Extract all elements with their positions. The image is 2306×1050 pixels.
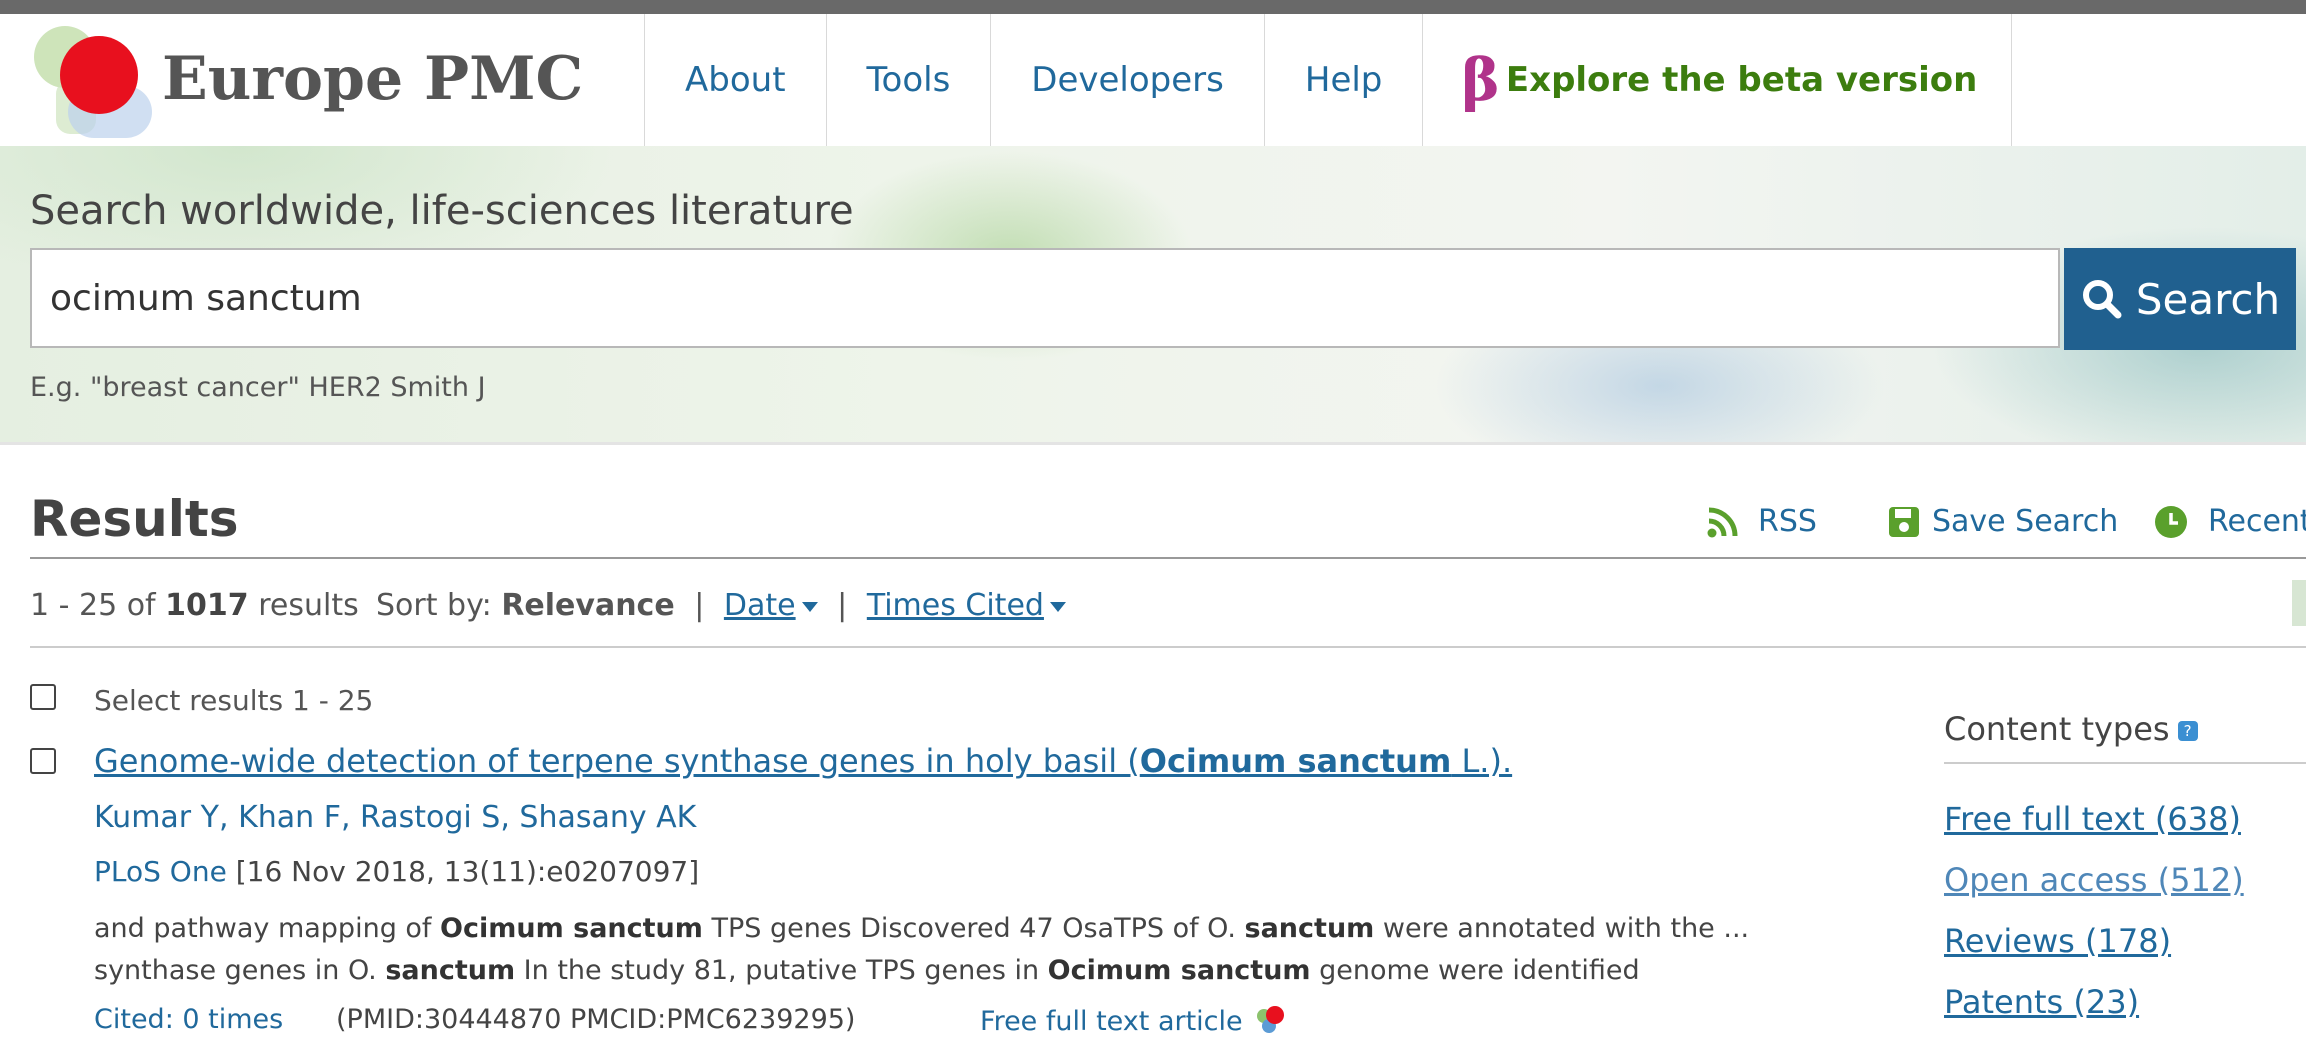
nav-tools[interactable]: Tools (827, 14, 992, 146)
search-button-label: Search (2135, 274, 2281, 324)
sort-label: Sort by: (376, 588, 492, 623)
nav-developers[interactable]: Developers (991, 14, 1265, 146)
article-snippet: and pathway mapping of Ocimum sanctum TP… (94, 913, 1750, 944)
recent-link[interactable]: Recent (2154, 504, 2306, 539)
citation-details: [16 Nov 2018, 13(11):e0207097] (226, 855, 700, 888)
article-authors: Kumar Y, Khan F, Rastogi S, Shasany AK (94, 800, 697, 835)
rss-icon (1707, 507, 1738, 537)
caret-down-icon (1049, 601, 1066, 612)
article-checkbox[interactable] (30, 748, 56, 774)
article-citation: PLoS One [16 Nov 2018, 13(11):e0207097] (94, 855, 699, 888)
logo-text: Europe PMC (162, 44, 584, 114)
help-icon[interactable]: ? (2177, 721, 2198, 741)
beta-icon: β (1461, 46, 1500, 114)
results-heading: Results (30, 490, 239, 548)
content-types-sidebar: Content types? Free full text (638) Open… (1944, 710, 2306, 1021)
top-strip (0, 0, 2306, 14)
author-link[interactable]: Khan F (238, 800, 341, 835)
results-count: 1 - 25 of 1017 results (30, 588, 359, 623)
recent-label: Recent (2208, 504, 2306, 539)
article-snippet: synthase genes in O. sanctum In the stud… (94, 955, 1640, 986)
article-ids: (PMID:30444870 PMCID:PMC6239295) (336, 1004, 856, 1035)
nav-help[interactable]: Help (1265, 14, 1424, 146)
filter-free-full-text[interactable]: Free full text (638) (1944, 800, 2241, 838)
divider (30, 646, 2306, 648)
search-input[interactable] (30, 248, 2060, 348)
author-link[interactable]: Rastogi S (360, 800, 500, 835)
results-total: 1017 (165, 588, 249, 623)
nav-about[interactable]: About (645, 14, 827, 146)
cited-count-link[interactable]: Cited: 0 times (94, 1004, 283, 1035)
filter-patents[interactable]: Patents (23) (1944, 983, 2139, 1021)
beta-label: Explore the beta version (1505, 60, 1978, 100)
content-types-title: Content types? (1944, 710, 2306, 764)
journal-link[interactable]: PLoS One (94, 855, 227, 888)
header: Europe PMC About Tools Developers Help β… (0, 14, 2306, 146)
select-all-checkbox[interactable] (30, 684, 56, 710)
logo-red-dot (60, 36, 138, 114)
nav-beta-link[interactable]: β Explore the beta version (1423, 14, 2013, 146)
europe-pmc-logo[interactable]: Europe PMC (28, 14, 583, 146)
europe-pmc-mini-icon (1257, 1006, 1285, 1033)
search-example: E.g. "breast cancer" HER2 Smith J (30, 372, 486, 403)
filter-open-access[interactable]: Open access (512) (1944, 861, 2244, 899)
author-link[interactable]: Kumar Y (94, 800, 219, 835)
search-icon (2082, 280, 2122, 319)
caret-down-icon (801, 601, 818, 612)
filter-reviews[interactable]: Reviews (178) (1944, 922, 2171, 960)
rss-link[interactable]: RSS (1706, 504, 1817, 539)
article-title-link[interactable]: Genome-wide detection of terpene synthas… (94, 742, 1512, 780)
divider (30, 557, 2306, 559)
free-full-text-link[interactable]: Free full text article (980, 1004, 1287, 1037)
search-title: Search worldwide, life-sciences literatu… (30, 188, 854, 234)
sort-times-cited[interactable]: Times Cited (867, 588, 1066, 623)
save-search-link[interactable]: Save Search (1888, 504, 2118, 539)
author-link[interactable]: Shasany AK (519, 800, 696, 835)
sort-date[interactable]: Date (724, 588, 818, 623)
save-icon (1889, 506, 1919, 537)
search-band: Search worldwide, life-sciences literatu… (0, 146, 2306, 445)
clock-icon (2155, 505, 2187, 538)
sort-relevance[interactable]: Relevance (501, 588, 674, 623)
save-search-label: Save Search (1932, 504, 2119, 539)
select-all-label: Select results 1 - 25 (94, 684, 374, 717)
sort-by: Sort by: Relevance | Date | Times Cited (376, 588, 1066, 623)
edge-chip (2292, 580, 2306, 626)
search-button[interactable]: Search (2064, 248, 2296, 350)
rss-label: RSS (1758, 504, 1817, 539)
main-nav: About Tools Developers Help β Explore th… (644, 14, 2013, 146)
